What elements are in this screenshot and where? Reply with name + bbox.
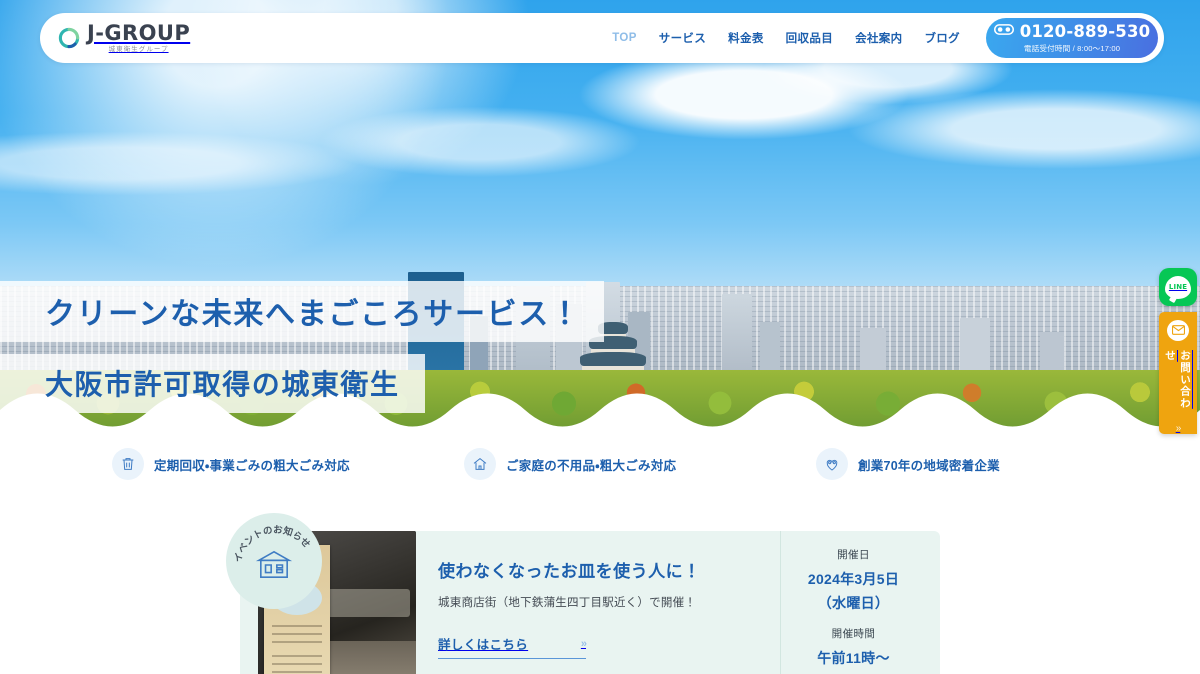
phone-hours: 電話受付時間 / 8:00〜17:00 [1023, 44, 1121, 53]
nav-item-pricing[interactable]: 料金表 [728, 30, 764, 46]
nav-item-items[interactable]: 回収品目 [786, 30, 833, 46]
event-date-panel: 開催日 2024年3月5日 （水曜日） 開催時間 午前11時〜 午後3時まで [780, 531, 926, 674]
event-badge: イベントのお知らせ [226, 513, 322, 609]
line-label: LINE [1168, 283, 1188, 291]
phone-cta-button[interactable]: 0120-889-530 電話受付時間 / 8:00〜17:00 [986, 18, 1158, 58]
logo-subtitle: 城東衛生グループ [108, 45, 169, 53]
hands-heart-icon [816, 448, 848, 480]
event-body: 使わなくなったお皿を使う人に！ 城東商店街（地下鉄蒲生四丁目駅近く）で開催！ 詳… [416, 531, 780, 674]
phone-number: 0120-889-530 [1019, 22, 1151, 41]
chevron-right-icon: » [580, 637, 587, 650]
event-date-label: 開催日 [837, 549, 870, 561]
event-announcement-card[interactable]: イベントのお知らせ 交換会 使わなくなったお皿を使う人に！ 城東商店街（地下鉄蒲… [226, 513, 940, 674]
nav-item-service[interactable]: サービス [659, 30, 706, 46]
feature-item-local-company: 創業70年の地域密着企業 [816, 448, 1088, 480]
feature-list: 定期回収・事業ごみの粗大ごみ対応 ご家庭の不用品・粗大ごみ対応 創業70年の地域… [0, 448, 1200, 480]
hero-headline: クリーンな未来へまごころサービス！ 大阪市許可取得の城東衛生 [0, 281, 604, 413]
nav-item-top[interactable]: TOP [612, 32, 636, 44]
nav-item-company[interactable]: 会社案内 [855, 30, 902, 46]
event-more-link[interactable]: 詳しくはこちら » [438, 634, 587, 659]
chevron-right-icon-contact: » [1175, 423, 1181, 434]
logo-home-link[interactable]: J-GROUP 城東衛生グループ [58, 20, 191, 54]
event-subtitle: 城東商店街（地下鉄蒲生四丁目駅近く）で開催！ [438, 597, 697, 609]
line-button[interactable]: LINE [1159, 268, 1197, 306]
event-title: 使わなくなったお皿を使う人に！ [438, 562, 701, 581]
house-icon [464, 448, 496, 480]
mail-icon [1167, 320, 1189, 341]
contact-label: お問い合わせ [1164, 349, 1191, 409]
event-date-weekday: （水曜日） [817, 595, 890, 611]
logo-circle-icon [58, 27, 80, 49]
phone-icon [993, 23, 1014, 41]
nav-item-blog[interactable]: ブログ [924, 30, 960, 46]
feature-item-household: ご家庭の不用品・粗大ごみ対応 [464, 448, 736, 480]
event-more-label: 詳しくはこちら [438, 638, 529, 652]
site-header: J-GROUP 城東衛生グループ TOP サービス 料金表 回収品目 会社案内 … [40, 13, 1164, 63]
event-time-label: 開催時間 [831, 628, 876, 640]
feature-label-business-waste: 定期回収・事業ごみの粗大ごみ対応 [154, 458, 350, 473]
main-navigation: TOP サービス 料金表 回収品目 会社案内 ブログ [612, 30, 960, 46]
hero-headline-line2: 大阪市許可取得の城東衛生 [0, 354, 426, 413]
feature-label-household: ご家庭の不用品・粗大ごみ対応 [506, 458, 677, 473]
hero-headline-line1: クリーンな未来へまごころサービス！ [0, 281, 604, 342]
event-date-value: 2024年3月5日 [807, 571, 900, 587]
logo-wordmark: J-GROUP [87, 20, 191, 45]
trash-bin-icon [112, 448, 144, 480]
contact-button[interactable]: お問い合わせ » [1159, 312, 1197, 434]
signboard-icon [255, 549, 293, 586]
hero-banner: クリーンな未来へまごころサービス！ 大阪市許可取得の城東衛生 [0, 0, 1200, 430]
feature-label-local-company: 創業70年の地域密着企業 [858, 458, 1000, 473]
line-chat-icon: LINE [1165, 275, 1191, 299]
feature-item-business-waste: 定期回収・事業ごみの粗大ごみ対応 [112, 448, 384, 480]
event-time-value: 午前11時〜 [817, 650, 890, 666]
floating-side-buttons: LINE お問い合わせ » [1156, 268, 1200, 434]
